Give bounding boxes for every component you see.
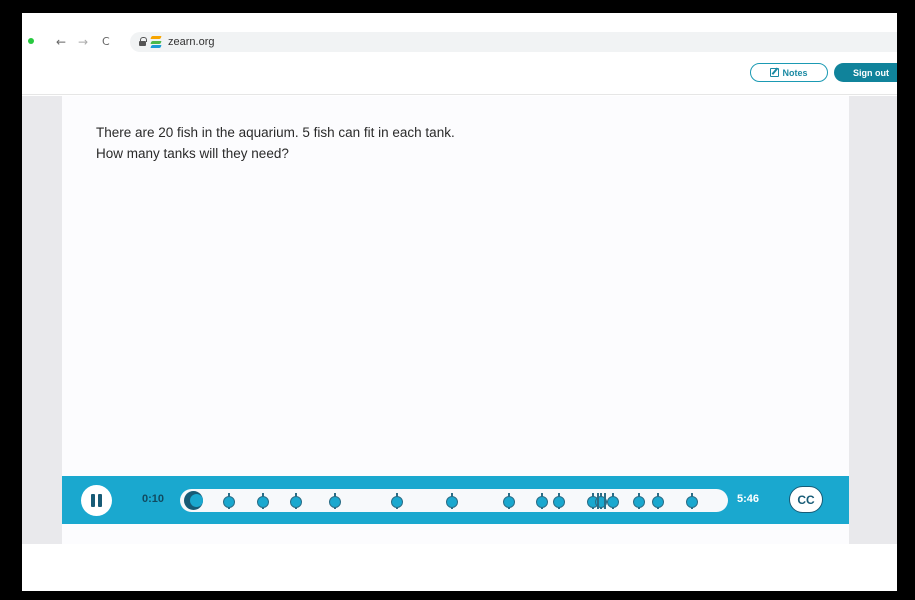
- chapter-marker[interactable]: [586, 493, 599, 509]
- notes-button[interactable]: Notes: [750, 63, 828, 82]
- chapter-marker-dot: [632, 496, 645, 508]
- chapter-marker[interactable]: [445, 493, 458, 509]
- closed-captions-button[interactable]: CC: [789, 486, 823, 513]
- cc-label: CC: [797, 492, 815, 507]
- chapter-marker-dot: [552, 496, 565, 508]
- chapter-marker[interactable]: [289, 493, 302, 509]
- edit-note-icon: [770, 68, 780, 77]
- chapter-marker[interactable]: [222, 493, 235, 509]
- url-text: zearn.org: [168, 36, 215, 48]
- chapter-marker-line: [597, 493, 599, 509]
- chapter-marker[interactable]: [651, 493, 664, 509]
- chapter-marker-dot: [606, 496, 619, 508]
- back-arrow-icon[interactable]: ←: [56, 34, 66, 50]
- video-player-controls: 0:10 5:46 CC: [62, 476, 849, 524]
- reload-icon[interactable]: C: [102, 34, 110, 50]
- video-scrubber[interactable]: [180, 489, 728, 512]
- chapter-marker[interactable]: [685, 493, 698, 509]
- chapter-marker-dot: [328, 496, 341, 508]
- scrubber-handle[interactable]: [184, 491, 203, 510]
- problem-line-2: How many tanks will they need?: [96, 146, 289, 161]
- address-bar[interactable]: zearn.org: [130, 32, 897, 52]
- chapter-marker[interactable]: [502, 493, 515, 509]
- chapter-marker[interactable]: [328, 493, 341, 509]
- chapter-marker[interactable]: [256, 493, 269, 509]
- browser-toolbar: ← → C zearn.org: [22, 31, 897, 55]
- chapter-marker-dot: [535, 496, 548, 508]
- chapter-marker[interactable]: [606, 493, 619, 509]
- chapter-marker-dot: [445, 496, 458, 508]
- chapter-marker-dot: [685, 496, 698, 508]
- current-time: 0:10: [142, 493, 165, 505]
- total-time: 5:46: [737, 493, 760, 505]
- chapter-marker[interactable]: [390, 493, 403, 509]
- window-maximize-dot[interactable]: [28, 38, 34, 44]
- problem-line-1: There are 20 fish in the aquarium. 5 fis…: [96, 125, 455, 140]
- lesson-stage: There are 20 fish in the aquarium. 5 fis…: [22, 96, 897, 544]
- chapter-marker-dot: [222, 496, 235, 508]
- pause-icon: [91, 494, 103, 507]
- chapter-marker[interactable]: [552, 493, 565, 509]
- chapter-marker-dot: [502, 496, 515, 508]
- chapter-marker[interactable]: [535, 493, 548, 509]
- chapter-marker[interactable]: [632, 493, 645, 509]
- screenshot-frame: ← → C zearn.org Notes Sign out There are…: [22, 13, 897, 591]
- pause-button[interactable]: [81, 485, 112, 516]
- word-problem: There are 20 fish in the aquarium. 5 fis…: [96, 122, 696, 164]
- zearn-favicon-icon: [150, 36, 162, 48]
- forward-arrow-icon[interactable]: →: [78, 34, 88, 50]
- chapter-marker-line: [604, 493, 606, 509]
- sign-out-label: Sign out: [853, 67, 889, 78]
- chapter-marker[interactable]: [594, 493, 607, 509]
- chapter-marker-dot: [390, 496, 403, 508]
- notes-button-label: Notes: [782, 67, 808, 78]
- lock-icon: [139, 37, 147, 46]
- sign-out-button[interactable]: Sign out: [834, 63, 897, 82]
- chapter-marker-dot: [651, 496, 664, 508]
- chapter-marker-dot: [256, 496, 269, 508]
- app-header: Notes Sign out: [22, 57, 897, 95]
- chapter-marker-dot: [289, 496, 302, 508]
